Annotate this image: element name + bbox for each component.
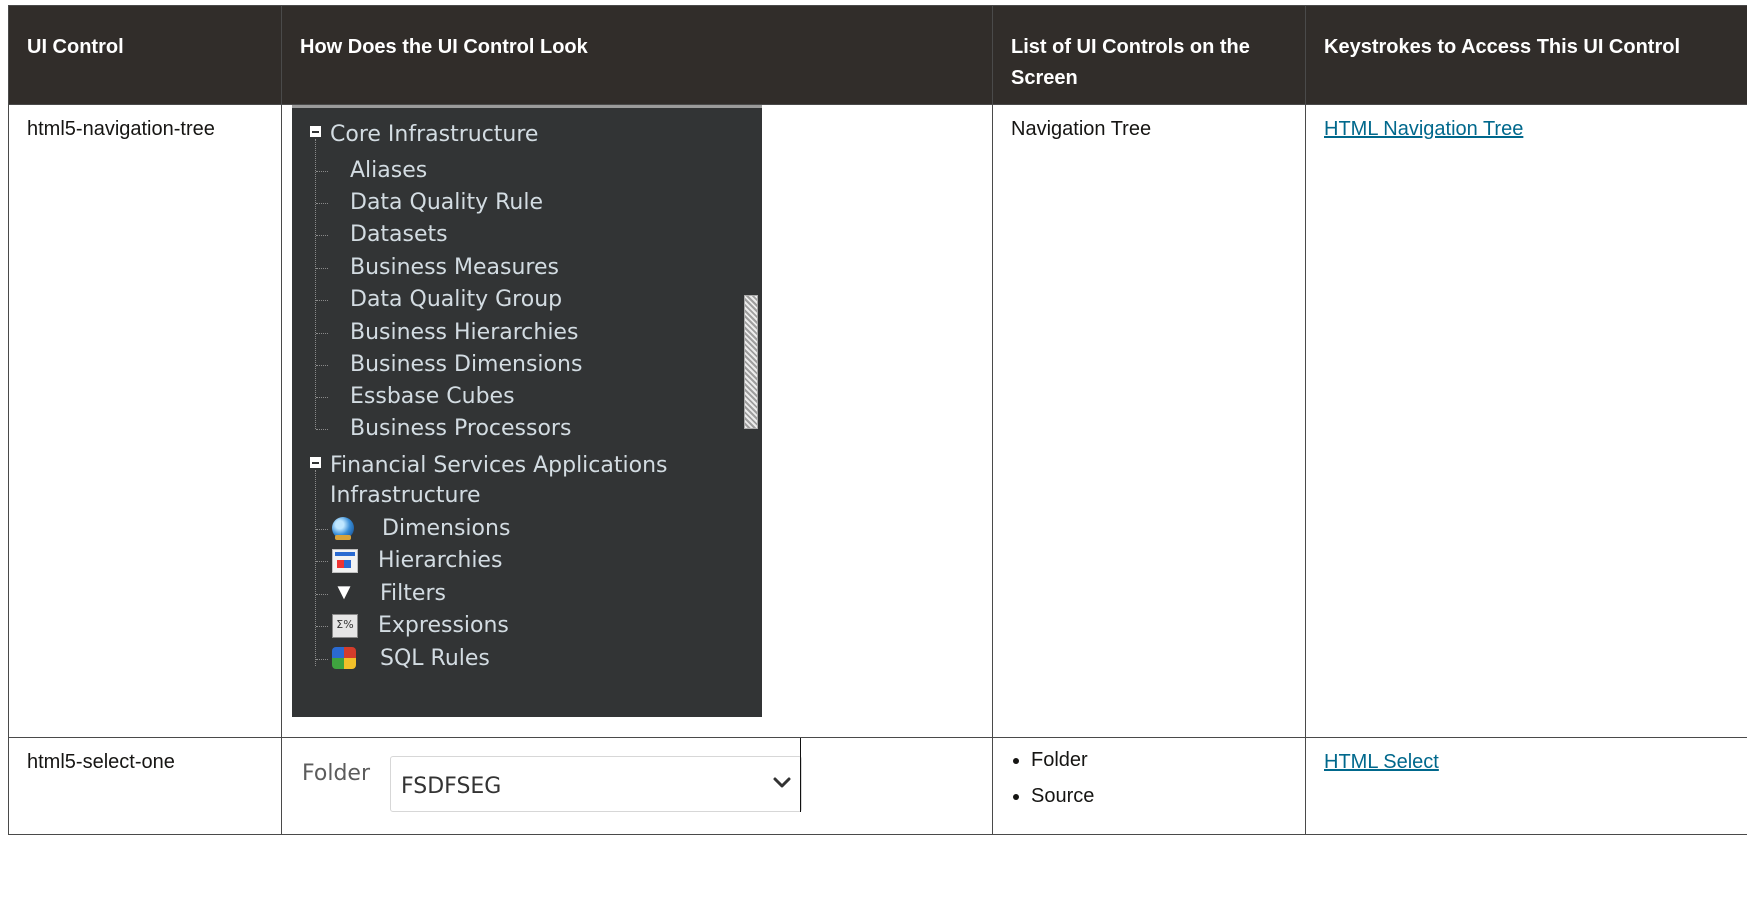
collapse-icon[interactable] [310, 126, 321, 137]
tree-leaf[interactable]: Dimensions [382, 516, 510, 542]
tree-connector [316, 561, 328, 562]
tree-node-fsa-infrastructure[interactable]: Financial Services Applications [330, 451, 667, 481]
ui-controls-table: UI Control How Does the UI Control Look … [8, 5, 1747, 835]
header-how-look: How Does the UI Control Look [281, 5, 993, 105]
tree-connector [316, 203, 328, 204]
tree-connector [316, 268, 328, 269]
folder-select[interactable]: FSDFSEG [390, 756, 802, 812]
tree-leaf[interactable]: SQL Rules [380, 646, 490, 672]
html-navigation-tree-link[interactable]: HTML Navigation Tree [1324, 118, 1523, 140]
list-item: Folder [1031, 742, 1287, 778]
tree-connector [316, 659, 328, 660]
header-ui-control: UI Control [8, 5, 282, 105]
filter-icon: ▼ [333, 579, 355, 604]
table-row: html5-navigation-tree Core Infrastructur… [8, 104, 1747, 738]
keystroke-cell: HTML Select [1305, 737, 1747, 835]
html-select-link[interactable]: HTML Select [1324, 751, 1439, 773]
control-preview-cell: Folder FSDFSEG [281, 737, 993, 835]
tree-leaf[interactable]: Business Measures [350, 255, 559, 281]
tree-leaf[interactable]: Filters [380, 581, 446, 607]
keystroke-cell: HTML Navigation Tree [1305, 104, 1747, 738]
table-row: html5-select-one Folder FSDFSEG Folder [8, 737, 1747, 835]
control-name-cell: html5-select-one [8, 737, 282, 835]
globe-icon [332, 517, 354, 540]
control-preview-cell: Core Infrastructure Aliases Data Quality… [281, 104, 993, 738]
tree-connector [315, 470, 316, 666]
hierarchy-icon [332, 549, 358, 573]
tree-connector [316, 365, 328, 366]
tree-node-fsa-infrastructure-line2: Infrastructure [330, 483, 481, 508]
folder-select-value: FSDFSEG [401, 774, 502, 799]
header-list-controls: List of UI Controls on the Screen [992, 5, 1306, 105]
expression-icon: Σ% [332, 614, 358, 638]
tree-connector [316, 594, 328, 595]
sql-rules-icon [332, 647, 356, 669]
tree-leaf[interactable]: Data Quality Group [350, 287, 562, 313]
control-list-cell: Navigation Tree [992, 104, 1306, 738]
tree-connector [316, 529, 328, 530]
control-name-cell: html5-navigation-tree [8, 104, 282, 738]
header-keystrokes: Keystrokes to Access This UI Control [1305, 5, 1747, 105]
tree-connector [316, 429, 328, 430]
tree-connector [315, 139, 316, 429]
tree-connector [316, 300, 328, 301]
tree-connector [316, 235, 328, 236]
tree-node-core-infrastructure[interactable]: Core Infrastructure [330, 120, 538, 150]
navigation-tree-preview: Core Infrastructure Aliases Data Quality… [292, 105, 762, 717]
tree-leaf[interactable]: Business Processors [350, 416, 571, 442]
table-header-row: UI Control How Does the UI Control Look … [8, 5, 1747, 105]
tree-connector [316, 397, 328, 398]
tree-connector [316, 171, 328, 172]
tree-leaf[interactable]: Expressions [378, 613, 509, 639]
tree-leaf[interactable]: Essbase Cubes [350, 384, 515, 410]
select-preview: Folder FSDFSEG [292, 738, 982, 816]
tree-top-border [292, 105, 762, 108]
tree-connector [316, 626, 328, 627]
tree-connector [316, 333, 328, 334]
tree-leaf[interactable]: Hierarchies [378, 548, 502, 574]
tree-leaf[interactable]: Business Dimensions [350, 352, 582, 378]
chevron-down-icon [773, 777, 791, 788]
control-list: Folder Source [1011, 742, 1287, 814]
scrollbar-thumb[interactable] [744, 295, 758, 429]
tree-leaf[interactable]: Data Quality Rule [350, 190, 543, 216]
list-item: Source [1031, 778, 1287, 814]
preview-edge-line [800, 738, 801, 812]
tree-leaf[interactable]: Aliases [350, 158, 427, 184]
tree-leaf[interactable]: Business Hierarchies [350, 320, 578, 346]
collapse-icon[interactable] [310, 457, 321, 468]
folder-label: Folder [302, 761, 370, 786]
tree-leaf[interactable]: Datasets [350, 222, 448, 248]
control-list-cell: Folder Source [992, 737, 1306, 835]
